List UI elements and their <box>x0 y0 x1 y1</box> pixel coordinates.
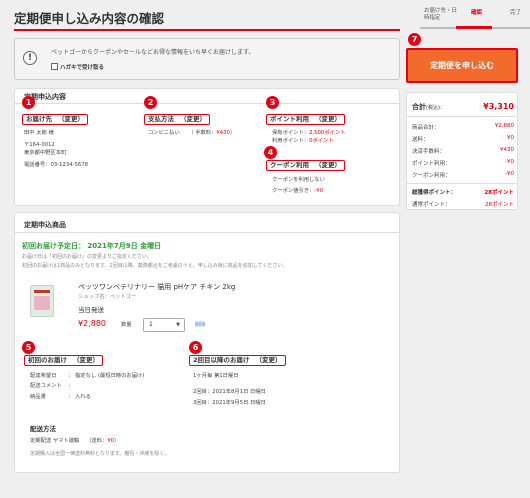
first-delivery-change[interactable]: （変更） <box>73 356 99 364</box>
points-change-link[interactable]: ポイント利用 （変更） <box>266 114 345 125</box>
products-card <box>14 212 400 473</box>
delete-link[interactable]: 削除 <box>195 321 206 329</box>
step-complete: 完了 <box>510 10 522 16</box>
product-name[interactable]: ペッツワンベテリナリー 猫用 pHケア チキン 2kg <box>78 282 235 292</box>
title-divider <box>14 29 400 31</box>
second-delivery-label: 2回目以降のお届け <box>193 356 250 364</box>
badge-1: 1 <box>22 96 35 109</box>
step-confirm: 確認 <box>471 10 483 16</box>
delivery-change-link[interactable]: お届け先 （変更） <box>22 114 88 125</box>
delivery-label: お届け先 <box>26 115 52 123</box>
qty-select[interactable]: 1 ▼ <box>143 318 185 332</box>
summary-divider-1 <box>407 116 517 117</box>
summary-row-points: ポイント利用： -¥0 <box>412 159 514 167</box>
payment-fee: ¥430 <box>216 130 230 136</box>
first-row-invoice-label: 納品書 <box>30 394 46 400</box>
first-row-comment-label: 配送コメント <box>30 383 62 389</box>
points-use: 利用ポイント：0ポイント <box>272 138 334 144</box>
coupon-change-link[interactable]: クーポン利用 （変更） <box>266 160 345 171</box>
chevron-down-icon: ▼ <box>176 322 180 328</box>
delivery-zip: 〒164-0012 <box>24 142 55 148</box>
summary-total: 合計(税込)： ¥3,310 <box>412 102 514 111</box>
order-summary: 合計(税込)： ¥3,310 商品合計： ¥2,880 送料： ¥0 決済手数料： ¥… <box>406 92 518 210</box>
coupon-label: クーポン利用 <box>270 161 309 169</box>
postcard-checkbox-label[interactable]: ハガキで受け取る <box>60 63 104 71</box>
progress-steps: お届け先・日時指定 確認 完了 <box>420 6 530 30</box>
products-heading-divider <box>14 232 400 233</box>
products-heading: 定期申込商品 <box>24 221 66 229</box>
coupon-none: クーポンを利用しない <box>272 177 325 183</box>
badge-4: 4 <box>264 146 277 159</box>
delivery-2nd-date: 2回目：2021年8月1日 日曜日 <box>193 389 266 395</box>
delivery-address: 東京都中野区本町 <box>24 150 67 156</box>
qty-label: 数量 <box>121 322 132 328</box>
payment-change[interactable]: （変更） <box>180 115 206 123</box>
delivery-change[interactable]: （変更） <box>58 115 84 123</box>
delivery-cycle: 1ヶ月毎 第1日曜日 <box>193 373 239 379</box>
info-banner: ! ペットゴーからクーポンやセールなどお得な情報をいち早くお届けします。 ハガキ… <box>14 38 400 80</box>
product-image[interactable] <box>30 285 54 317</box>
shipping-method-heading: 配送方法 <box>30 425 56 433</box>
badge-6: 6 <box>189 341 202 354</box>
date-note-1: お届け日は「初回のお届け」の変更よりご指定ください。 <box>22 254 152 260</box>
summary-row-fee: 決済手数料： ¥430 <box>412 147 514 155</box>
second-delivery-change-link[interactable]: 2回目以降のお届け （変更） <box>189 355 286 366</box>
delivery-name: 田中 太郎 様 <box>24 130 54 136</box>
coupon-discount: クーポン値引き：-¥0 <box>272 188 324 194</box>
info-text: ペットゴーからクーポンやセールなどお得な情報をいち早くお届けします。 <box>51 49 255 56</box>
step-delivery: お届け先・日時指定 <box>424 8 458 21</box>
first-row-invoice-value: ： 入れる <box>68 394 91 400</box>
product-shop: ショップ名：ペットゴー <box>78 294 137 300</box>
page-title: 定期便申し込み内容の確認 <box>14 11 165 26</box>
delivery-phone: 電話番号：03-1234-5678 <box>24 162 89 168</box>
badge-3: 3 <box>266 96 279 109</box>
apply-subscription-button[interactable]: 定期便を申し込む <box>406 48 518 83</box>
points-label: ポイント利用 <box>270 115 309 123</box>
payment-method: コンビニ払い （ 手数料：¥430） <box>148 130 236 136</box>
points-held: 保有ポイント：2,500ポイント <box>272 130 346 136</box>
summary-divider-2 <box>407 183 517 184</box>
postcard-checkbox[interactable] <box>51 63 58 70</box>
payment-label: 支払方法 <box>148 115 174 123</box>
contents-card <box>14 88 400 206</box>
badge-7: 7 <box>408 33 421 46</box>
first-row-date-label: 配達希望日 <box>30 373 57 379</box>
summary-total-points: 総獲得ポイント： 28ポイント <box>412 190 514 196</box>
first-delivery-label: 初回のお届け <box>28 356 67 364</box>
coupon-change[interactable]: （変更） <box>315 161 341 169</box>
contents-heading-divider <box>14 103 400 104</box>
shipping-note: 定期購入は全国一律送料無料となります。離島・沖縄を除く。 <box>30 451 170 457</box>
delivery-3rd-date: 3回目：2021年9月5日 日曜日 <box>193 400 266 406</box>
summary-row-subtotal: 商品合計： ¥2,880 <box>412 123 514 131</box>
first-row-comment-value: ： <box>68 383 74 389</box>
product-price: ¥2,880 <box>78 319 106 328</box>
shipping-method-line: 定期配送 ヤマト運輸 （送料：¥0） <box>30 438 120 444</box>
first-delivery-change-link[interactable]: 初回のお届け （変更） <box>24 355 103 366</box>
summary-total-value: ¥3,310 <box>483 102 514 111</box>
product-shipping: 当日発送 <box>78 306 104 314</box>
date-note-2: 初回のお届けは1商品のみとなります。2回目以降、業務都合をご考慮のうえ、申し込み… <box>22 263 288 269</box>
first-row-date-value: ： 指定なし (最短日時のお届け) <box>68 373 145 379</box>
points-change[interactable]: （変更） <box>315 115 341 123</box>
info-icon: ! <box>23 51 37 65</box>
badge-5: 5 <box>22 341 35 354</box>
payment-change-link[interactable]: 支払方法 （変更） <box>144 114 210 125</box>
summary-row-coupon: クーポン利用： -¥0 <box>412 171 514 179</box>
badge-2: 2 <box>144 96 157 109</box>
second-delivery-change[interactable]: （変更） <box>256 356 282 364</box>
summary-row-shipping: 送料： ¥0 <box>412 135 514 143</box>
first-delivery-date: 初回お届け予定日： 2021年7月9日 金曜日 <box>22 242 162 250</box>
progress-bar-active <box>456 26 492 29</box>
summary-normal-points: 通常ポイント： 28ポイント <box>412 202 514 208</box>
